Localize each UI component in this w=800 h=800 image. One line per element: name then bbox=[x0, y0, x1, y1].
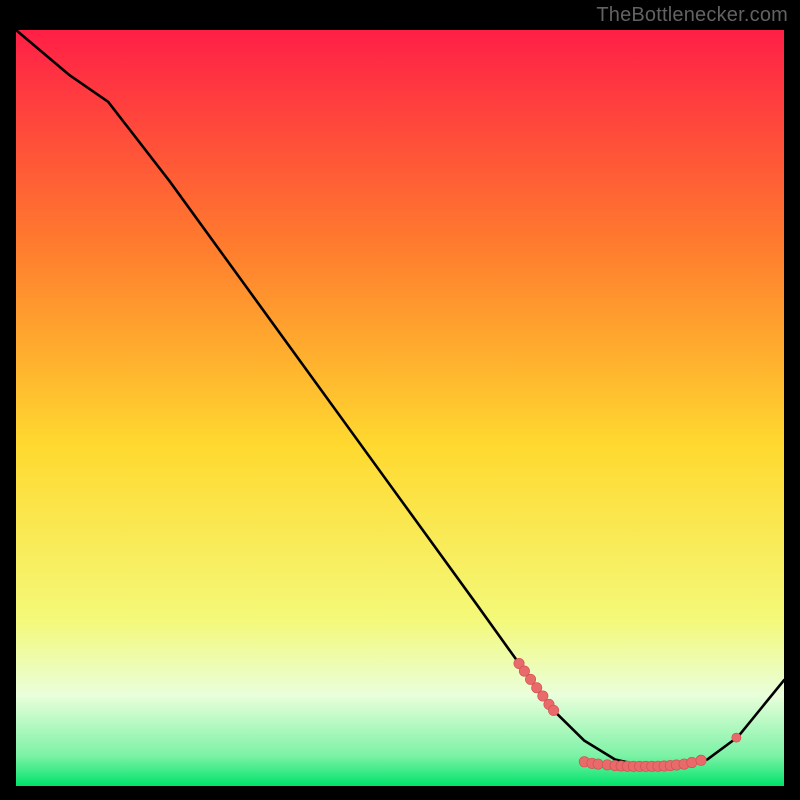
plot-frame bbox=[16, 30, 784, 786]
chart-root: TheBottlenecker.com bbox=[0, 0, 800, 800]
data-marker bbox=[732, 733, 741, 742]
attribution-label: TheBottlenecker.com bbox=[596, 4, 788, 27]
chart-svg bbox=[16, 30, 784, 786]
data-marker bbox=[687, 757, 697, 767]
data-marker bbox=[696, 755, 706, 765]
data-marker bbox=[548, 705, 558, 715]
marker-outlier bbox=[732, 733, 741, 742]
gradient-bg bbox=[16, 30, 784, 786]
data-marker bbox=[593, 759, 603, 769]
